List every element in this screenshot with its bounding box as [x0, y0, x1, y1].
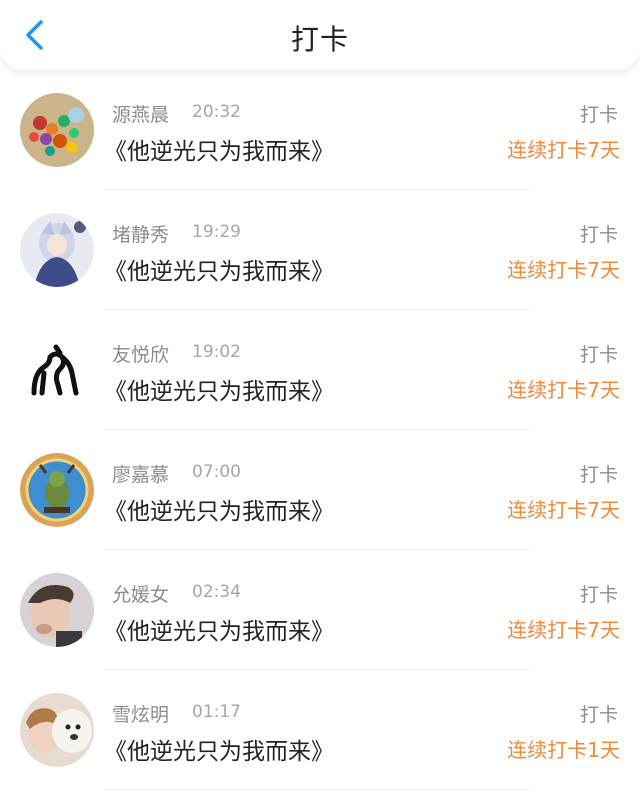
checkin-row[interactable]: 源燕晨 20:32 《他逆光只为我而来》 打卡 连续打卡7天 — [0, 70, 640, 190]
avatar[interactable] — [20, 333, 94, 407]
user-name: 友悦欣 — [112, 344, 170, 366]
checkin-time: 01:17 — [192, 702, 241, 722]
checkin-time: 20:32 — [192, 102, 241, 122]
black-glyph-logo-avatar-image — [20, 333, 94, 407]
child-with-dog-avatar-image — [20, 693, 94, 767]
user-name: 堵静秀 — [112, 224, 170, 246]
user-name: 允媛女 — [112, 584, 170, 606]
checkin-time: 07:00 — [192, 462, 241, 482]
top-bar: 打卡 — [0, 0, 640, 70]
checkin-row[interactable]: 允媛女 02:34 《他逆光只为我而来》 打卡 连续打卡7天 — [0, 550, 640, 670]
checkin-row[interactable]: 廖嘉慕 07:00 《他逆光只为我而来》 打卡 连续打卡7天 — [0, 430, 640, 550]
streak-label: 连续打卡1天 — [507, 738, 620, 762]
book-title: 《他逆光只为我而来》 — [104, 739, 334, 765]
streak-label: 连续打卡7天 — [507, 378, 620, 402]
book-title: 《他逆光只为我而来》 — [104, 379, 334, 405]
user-name: 廖嘉慕 — [112, 464, 170, 486]
avatar[interactable] — [20, 573, 94, 647]
checkin-row[interactable]: 堵静秀 19:29 《他逆光只为我而来》 打卡 连续打卡7天 — [0, 190, 640, 310]
person-photo-avatar-image — [20, 573, 94, 647]
book-title: 《他逆光只为我而来》 — [104, 139, 334, 165]
checkin-type: 打卡 — [579, 464, 618, 486]
book-title: 《他逆光只为我而来》 — [104, 499, 334, 525]
page-title: 打卡 — [290, 23, 349, 56]
checkin-time: 02:34 — [192, 582, 241, 602]
streak-label: 连续打卡7天 — [507, 498, 620, 522]
streak-label: 连续打卡7天 — [507, 258, 620, 282]
avatar[interactable] — [20, 93, 94, 167]
book-title: 《他逆光只为我而来》 — [104, 259, 334, 285]
checkin-type: 打卡 — [579, 104, 618, 126]
user-name: 源燕晨 — [112, 104, 170, 126]
book-title: 《他逆光只为我而来》 — [104, 619, 334, 645]
checkin-type: 打卡 — [579, 224, 618, 246]
checkin-row[interactable]: 雪炫明 01:17 《他逆光只为我而来》 打卡 连续打卡1天 — [0, 670, 640, 790]
game-character-badge-avatar-image — [20, 453, 94, 527]
avatar[interactable] — [20, 453, 94, 527]
streak-label: 连续打卡7天 — [507, 138, 620, 162]
avatar[interactable] — [20, 213, 94, 287]
candy-avatar-image — [20, 93, 94, 167]
avatar[interactable] — [20, 693, 94, 767]
user-name: 雪炫明 — [112, 704, 170, 726]
checkin-list: 源燕晨 20:32 《他逆光只为我而来》 打卡 连续打卡7天 堵静秀 19:29… — [0, 70, 640, 790]
checkin-type: 打卡 — [579, 344, 618, 366]
checkin-type: 打卡 — [579, 704, 618, 726]
checkin-time: 19:29 — [192, 222, 241, 242]
checkin-row[interactable]: 友悦欣 19:02 《他逆光只为我而来》 打卡 连续打卡7天 — [0, 310, 640, 430]
checkin-time: 19:02 — [192, 342, 241, 362]
streak-label: 连续打卡7天 — [507, 618, 620, 642]
checkin-type: 打卡 — [579, 584, 618, 606]
anime-girl-avatar-image — [20, 213, 94, 287]
